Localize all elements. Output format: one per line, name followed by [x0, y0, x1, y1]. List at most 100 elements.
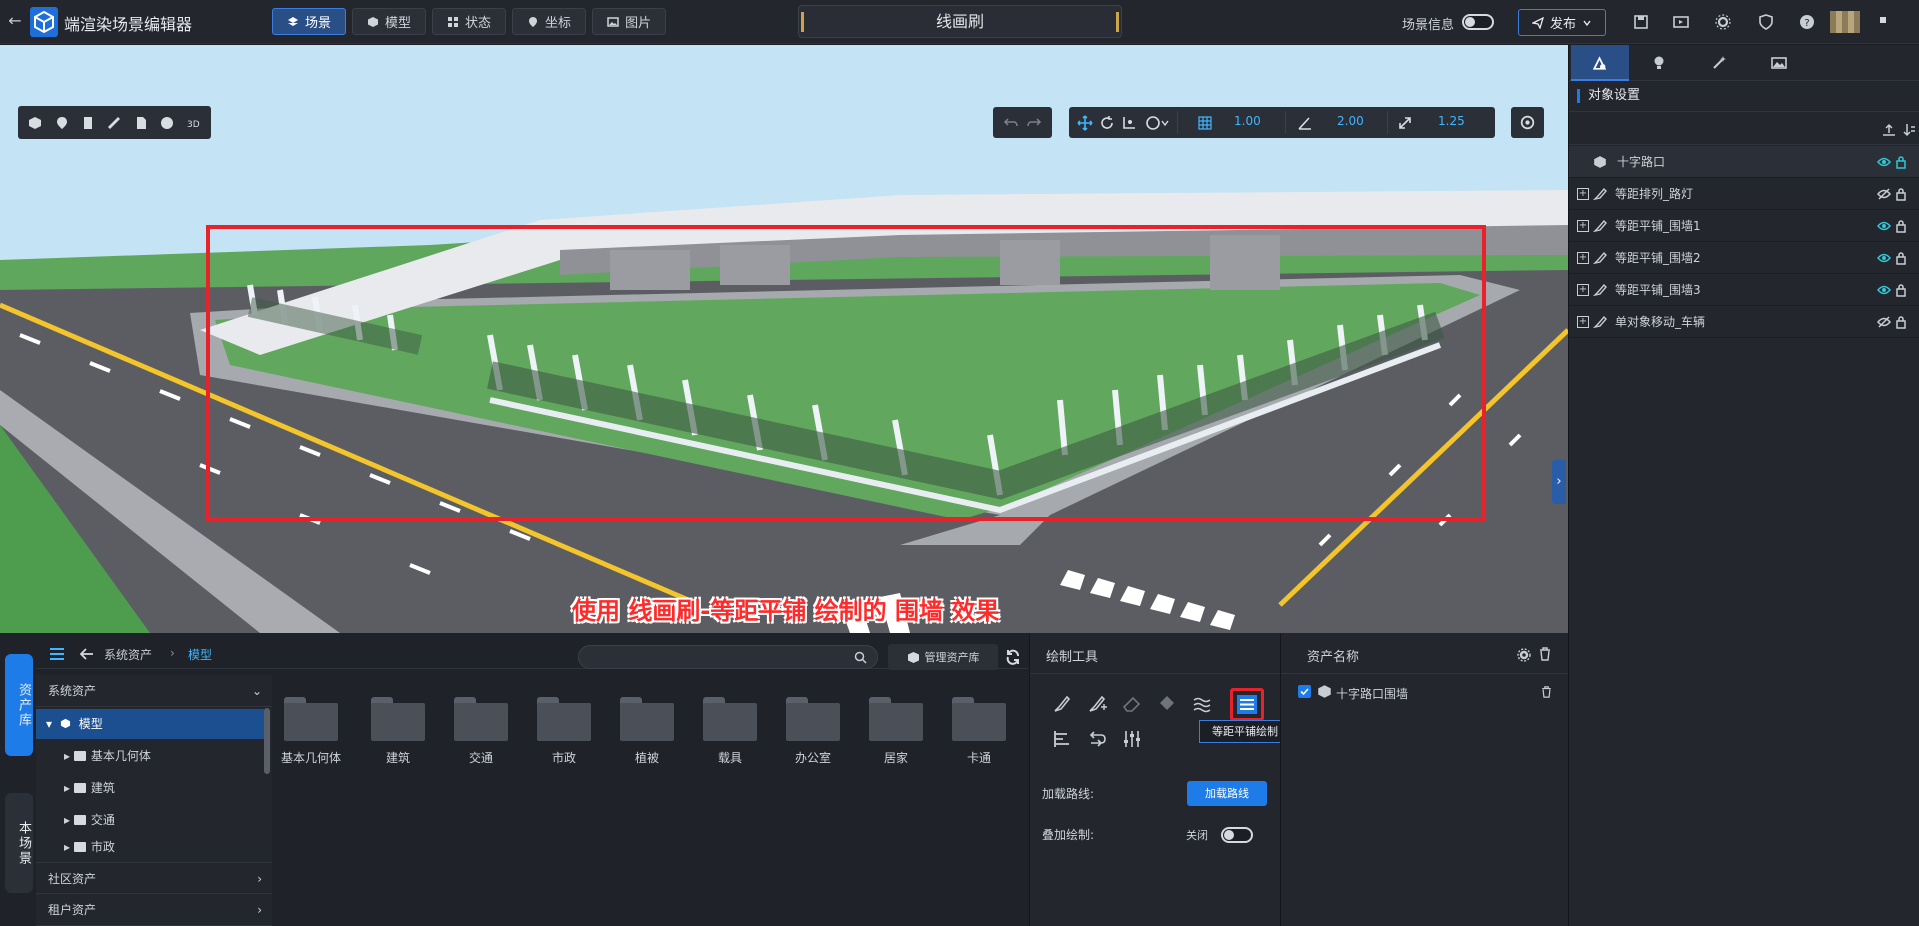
eraser-icon[interactable] [1121, 693, 1143, 715]
expand-plus-icon[interactable]: + [1577, 220, 1589, 232]
tree-scrollbar[interactable] [264, 708, 270, 774]
eye-icon[interactable] [1877, 252, 1891, 264]
tab-scene[interactable]: 场景 [272, 8, 347, 35]
tree-item-basic-geometry[interactable]: ▸ 基本几何体 [36, 741, 264, 771]
asset-folder[interactable]: 基本几何体 [276, 697, 346, 766]
3d-viewport[interactable]: 3D 1.00 2.00 1.25 › 使用 线画刷-等距平铺 绘制的 围墙 效… [0, 45, 1568, 633]
tree-section-community-assets[interactable]: 社区资产 › [36, 862, 272, 894]
side-tab-this-scene[interactable]: 本场景 [5, 793, 33, 893]
equidistant-tile-tool[interactable] [1230, 688, 1264, 721]
expand-plus-icon[interactable]: + [1577, 252, 1589, 264]
load-path-button[interactable]: 加载路线 [1187, 781, 1267, 806]
hierarchy-row[interactable]: + 等距排列_路灯 [1569, 178, 1919, 210]
asset-folder[interactable]: 办公室 [778, 697, 848, 766]
location-icon[interactable] [54, 115, 70, 131]
tab-state[interactable]: 状态 [432, 8, 507, 35]
breadcrumb-system-assets[interactable]: 系统资产 [104, 646, 152, 663]
asset-folder[interactable]: 载具 [695, 697, 765, 766]
asset-folder[interactable]: 卡通 [944, 697, 1014, 766]
refresh-icon[interactable] [1004, 648, 1022, 666]
scene-info-toggle[interactable] [1462, 14, 1494, 30]
save-icon[interactable] [1632, 13, 1650, 31]
asset-folder[interactable]: 交通 [446, 697, 516, 766]
asset-folder[interactable]: 植被 [612, 697, 682, 766]
overlay-draw-toggle[interactable] [1221, 827, 1253, 843]
lock-icon[interactable] [1895, 315, 1907, 329]
tab-effects[interactable] [1691, 45, 1749, 81]
3d-toggle-icon[interactable]: 3D [186, 115, 202, 131]
lock-icon[interactable] [1895, 251, 1907, 265]
eye-off-icon[interactable] [1877, 188, 1891, 200]
hierarchy-row[interactable]: 十字路口 [1569, 146, 1919, 178]
import-icon[interactable] [1882, 123, 1896, 137]
globe-icon[interactable] [159, 115, 175, 131]
align-left-icon[interactable] [1051, 728, 1073, 750]
tree-item-municipal[interactable]: ▸ 市政 [36, 835, 264, 859]
tree-section-system-assets[interactable]: 系统资产 ⌄ [36, 675, 272, 707]
asset-checkbox[interactable] [1298, 685, 1311, 698]
pivot-icon[interactable] [1121, 115, 1137, 131]
lock-icon[interactable] [1895, 187, 1907, 201]
asset-folder[interactable]: 市政 [529, 697, 599, 766]
lock-icon[interactable] [1895, 219, 1907, 233]
gear-icon[interactable] [1517, 648, 1531, 662]
menu-dot-icon[interactable] [1880, 17, 1886, 23]
trash-icon[interactable] [1539, 647, 1551, 661]
hierarchy-row[interactable]: + 等距平铺_围墙1 [1569, 210, 1919, 242]
tab-environment[interactable] [1751, 45, 1809, 81]
angle-snap-icon[interactable] [1297, 115, 1313, 131]
breadcrumb-model[interactable]: 模型 [188, 646, 212, 663]
tab-object[interactable] [1571, 45, 1629, 81]
tree-section-tenant-assets[interactable]: 租户资产 › [36, 894, 272, 926]
expand-plus-icon[interactable]: + [1577, 316, 1589, 328]
rotate-icon[interactable] [1099, 115, 1115, 131]
back-icon[interactable] [80, 647, 94, 661]
asset-folder[interactable]: 建筑 [363, 697, 433, 766]
angle-snap-value[interactable]: 2.00 [1337, 114, 1364, 128]
settings-icon[interactable] [1714, 13, 1732, 31]
camera-reset-button[interactable] [1511, 107, 1544, 138]
asset-folder[interactable]: 居家 [861, 697, 931, 766]
tab-model[interactable]: 模型 [352, 8, 427, 35]
document-icon[interactable] [133, 115, 149, 131]
coordinate-space-icon[interactable] [1145, 115, 1169, 131]
shield-icon[interactable] [1757, 13, 1775, 31]
ruler-icon[interactable] [106, 115, 122, 131]
sliders-icon[interactable] [1121, 728, 1143, 750]
redo-icon[interactable] [1026, 115, 1042, 131]
lock-icon[interactable] [1895, 155, 1907, 169]
undo-icon[interactable] [1003, 115, 1019, 131]
hierarchy-row[interactable]: + 单对象移动_车辆 [1569, 306, 1919, 338]
publish-button[interactable]: 发布 [1518, 9, 1606, 36]
asset-search-input[interactable] [578, 645, 878, 669]
wave-icon[interactable] [1191, 693, 1213, 715]
hierarchy-row[interactable]: + 等距平铺_围墙2 [1569, 242, 1919, 274]
fill-icon[interactable] [1156, 693, 1178, 715]
tree-item-traffic[interactable]: ▸ 交通 [36, 805, 264, 835]
tab-image[interactable]: 图片 [592, 8, 667, 35]
help-icon[interactable]: ? [1798, 13, 1816, 31]
tab-lighting[interactable] [1631, 45, 1689, 81]
expand-plus-icon[interactable]: + [1577, 188, 1589, 200]
eye-off-icon[interactable] [1877, 316, 1891, 328]
menu-icon[interactable] [50, 648, 64, 660]
tree-item-building[interactable]: ▸ 建筑 [36, 773, 264, 803]
loop-path-icon[interactable] [1086, 728, 1108, 750]
building-icon[interactable] [80, 115, 96, 131]
eye-icon[interactable] [1877, 284, 1891, 296]
trash-icon[interactable] [1541, 686, 1552, 698]
eye-icon[interactable] [1877, 156, 1891, 168]
cube-view-icon[interactable] [27, 115, 43, 131]
manage-asset-library-button[interactable]: 管理资产库 [888, 644, 998, 670]
eye-icon[interactable] [1877, 220, 1891, 232]
scale-snap-value[interactable]: 1.25 [1438, 114, 1465, 128]
scale-snap-icon[interactable] [1397, 115, 1413, 131]
brush-icon[interactable] [1051, 693, 1073, 715]
back-arrow-icon[interactable]: ← [4, 10, 26, 32]
side-tab-asset-library[interactable]: 资产库 [5, 654, 33, 756]
hierarchy-row[interactable]: + 等距平铺_围墙3 [1569, 274, 1919, 306]
preview-icon[interactable] [1672, 13, 1690, 31]
expand-right-panel-button[interactable]: › [1552, 460, 1566, 504]
lock-icon[interactable] [1895, 283, 1907, 297]
tree-item-model[interactable]: ▾ 模型 [36, 709, 264, 739]
